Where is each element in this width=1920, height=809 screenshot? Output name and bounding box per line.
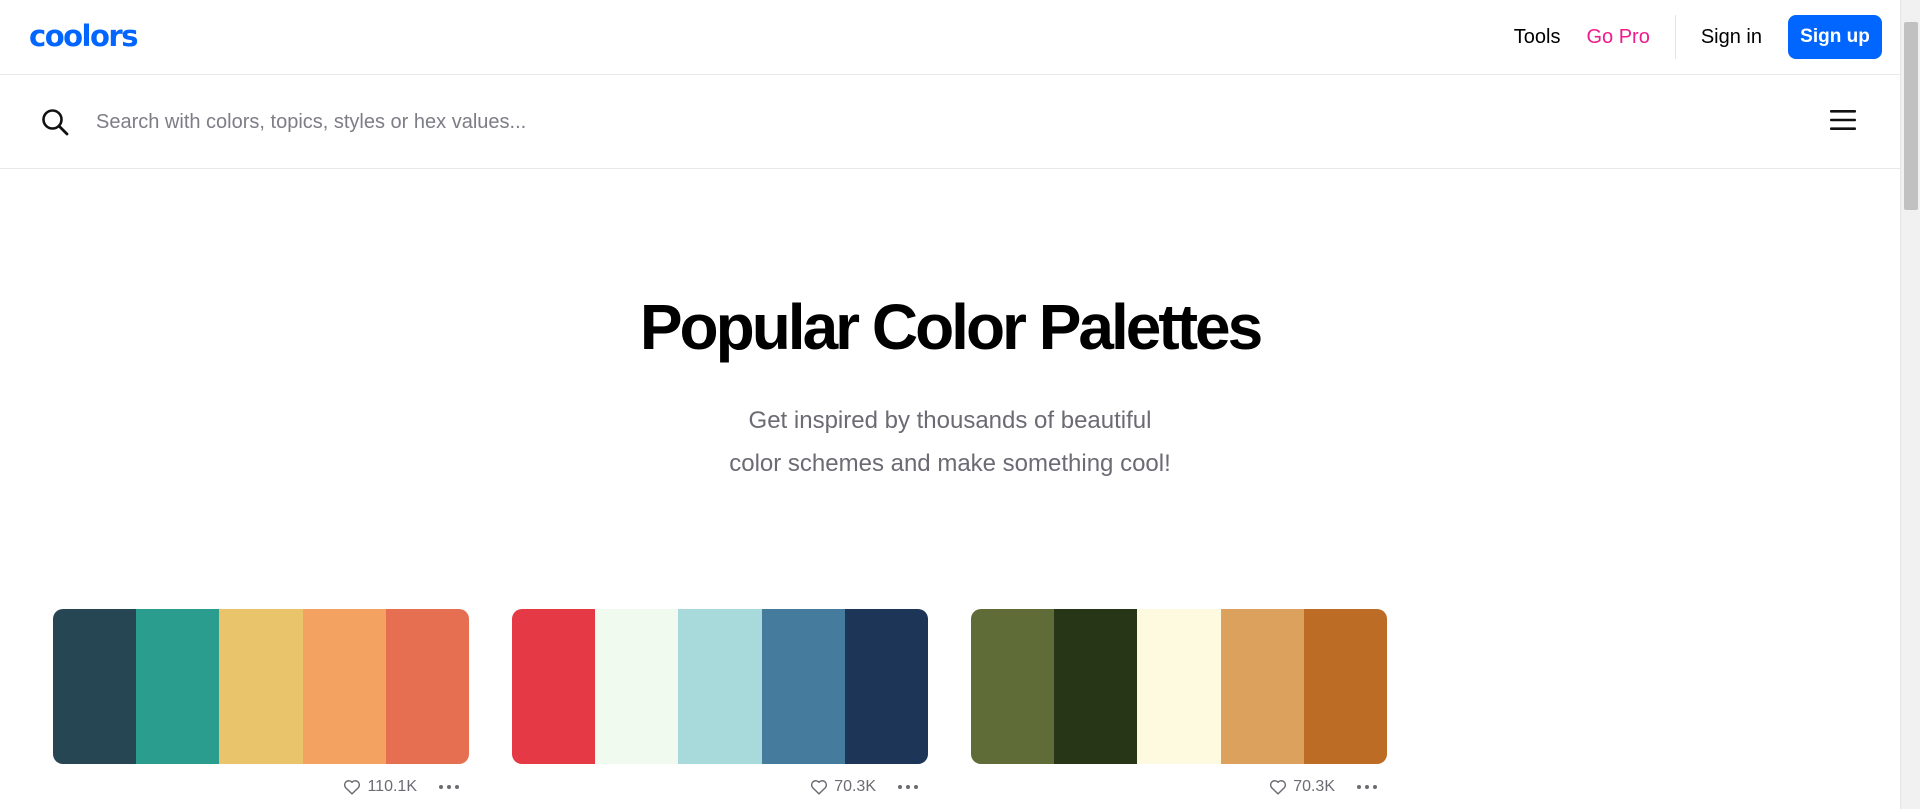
heart-icon <box>811 780 828 795</box>
palette-card[interactable]: 110.1K <box>53 609 469 809</box>
search-bar <box>0 75 1900 169</box>
palette-card[interactable]: 70.3K <box>512 609 928 809</box>
color-swatch[interactable] <box>844 609 928 764</box>
color-swatch[interactable] <box>385 609 469 764</box>
page-subtitle: Get inspired by thousands of beautiful c… <box>0 399 1900 485</box>
nav-divider <box>1674 15 1676 59</box>
heart-icon <box>344 780 361 795</box>
color-swatch[interactable] <box>678 609 762 764</box>
palette-swatches[interactable] <box>53 609 469 764</box>
header-nav: Tools Go Pro Sign in Sign up <box>1514 15 1882 59</box>
more-icon[interactable] <box>439 781 459 793</box>
color-swatch[interactable] <box>1054 609 1138 764</box>
page-scrollbar[interactable] <box>1900 0 1920 809</box>
scrollbar-thumb[interactable] <box>1904 22 1918 210</box>
color-swatch[interactable] <box>761 609 845 764</box>
like-button[interactable]: 110.1K <box>343 778 417 796</box>
color-swatch[interactable] <box>1303 609 1387 764</box>
sign-in-link[interactable]: Sign in <box>1701 26 1762 49</box>
palette-meta: 70.3K <box>512 764 928 809</box>
palette-swatches[interactable] <box>971 609 1387 764</box>
color-swatch[interactable] <box>1137 609 1221 764</box>
more-icon[interactable] <box>898 781 918 793</box>
go-pro-link[interactable]: Go Pro <box>1586 26 1649 49</box>
palette-meta: 70.3K <box>971 764 1387 809</box>
menu-icon[interactable] <box>1830 108 1856 132</box>
subtitle-line-2: color schemes and make something cool! <box>729 450 1171 477</box>
like-count: 70.3K <box>834 778 876 795</box>
color-swatch[interactable] <box>1220 609 1304 764</box>
color-swatch[interactable] <box>219 609 303 764</box>
coolors-logo[interactable]: coolors <box>29 20 138 52</box>
sign-up-button[interactable]: Sign up <box>1788 15 1882 59</box>
color-swatch[interactable] <box>302 609 386 764</box>
heart-icon <box>1270 780 1287 795</box>
color-swatch[interactable] <box>136 609 220 764</box>
color-swatch[interactable] <box>971 609 1055 764</box>
color-swatch[interactable] <box>53 609 137 764</box>
like-button[interactable]: 70.3K <box>810 778 876 796</box>
like-count: 70.3K <box>1293 778 1335 795</box>
like-button[interactable]: 70.3K <box>1269 778 1335 796</box>
tools-link[interactable]: Tools <box>1514 26 1561 49</box>
top-navbar: coolors Tools Go Pro Sign in Sign up <box>0 0 1900 75</box>
color-swatch[interactable] <box>595 609 679 764</box>
color-swatch[interactable] <box>512 609 596 764</box>
subtitle-line-1: Get inspired by thousands of beautiful <box>748 407 1152 434</box>
search-input[interactable] <box>96 103 1296 141</box>
like-count: 110.1K <box>367 778 417 795</box>
page-title: Popular Color Palettes <box>639 291 1263 363</box>
palette-card[interactable]: 70.3K <box>971 609 1387 809</box>
palette-swatches[interactable] <box>512 609 928 764</box>
palette-meta: 110.1K <box>53 764 469 809</box>
more-icon[interactable] <box>1357 781 1377 793</box>
search-icon[interactable] <box>40 107 70 137</box>
